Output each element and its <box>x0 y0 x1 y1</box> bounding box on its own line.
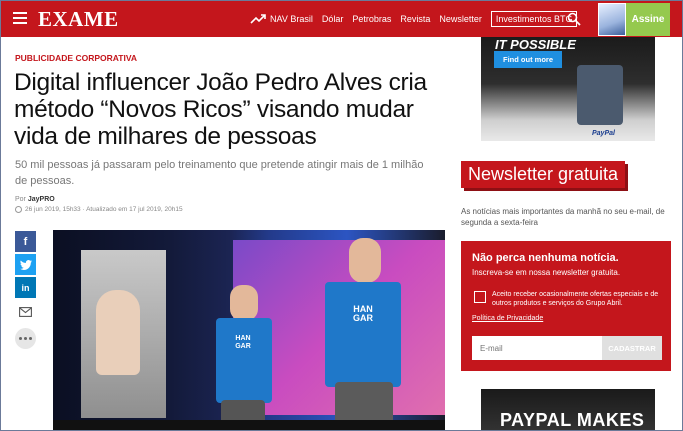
article-subtitle: 50 mil pessoas já passaram pelo treiname… <box>15 159 424 187</box>
presenter-1 <box>216 318 272 403</box>
menu-icon[interactable] <box>13 12 27 24</box>
ad-banner-bottom[interactable]: PAYPAL MAKES <box>481 389 655 430</box>
share-more-button[interactable] <box>15 328 36 349</box>
ad-headline: IT POSSIBLE <box>495 37 576 52</box>
newsletter-description: As notícias mais importantes da manhã no… <box>461 207 665 227</box>
linkedin-icon: in <box>21 282 30 293</box>
ad-banner-top[interactable]: IT POSSIBLE Find out more PayPal <box>481 37 655 141</box>
presenter-2-head <box>349 238 381 283</box>
presenter-1-head <box>230 285 258 321</box>
dateline: 26 jun 2019, 15h33 · Atualizado em 17 ju… <box>15 206 183 213</box>
privacy-policy-link[interactable]: Política de Privacidade <box>472 315 543 322</box>
article-photo: HAN GAR HAN GAR <box>53 230 445 430</box>
clock-icon <box>15 206 22 213</box>
article-headline: Digital influencer João Pedro Alves cria… <box>14 69 427 150</box>
more-icon <box>19 337 32 340</box>
site-header: EXAME NAV Brasil Dólar Petrobras Revista… <box>1 1 682 37</box>
newsletter-box-heading: Não perca nenhuma notícia. <box>472 252 619 264</box>
paypal-logo: PayPal <box>592 130 615 137</box>
nav-revista[interactable]: Revista <box>400 14 430 24</box>
presenter-2 <box>325 282 401 387</box>
nav-dolar[interactable]: Dólar <box>322 14 344 24</box>
newsletter-box-subheading: Inscreva-se em nossa newsletter gratuita… <box>472 268 621 277</box>
ad-image <box>577 65 623 125</box>
nav-newsletter[interactable]: Newsletter <box>439 14 482 24</box>
email-field[interactable] <box>472 336 602 360</box>
publish-date: 26 jun 2019, 15h33 · Atualizado em 17 ju… <box>25 206 183 213</box>
consent-checkbox[interactable] <box>474 291 486 303</box>
presenter-1-shirt-text: HAN GAR <box>235 335 251 350</box>
site-logo[interactable]: EXAME <box>38 7 119 32</box>
nav-investimentos-btg[interactable]: Investimentos BTG <box>490 11 578 27</box>
nav-petrobras[interactable]: Petrobras <box>352 14 391 24</box>
presenter-2-shirt-text: HAN GAR <box>353 304 373 323</box>
author-link[interactable]: JayPRO <box>28 196 55 203</box>
search-icon[interactable] <box>567 12 581 26</box>
nav-nav-brasil[interactable]: NAV Brasil <box>270 14 313 24</box>
screen-face <box>96 290 140 375</box>
stage-floor <box>53 420 445 430</box>
subscribe-button[interactable]: Assine <box>626 3 670 36</box>
newsletter-signup-box: Não perca nenhuma notícia. Inscreva-se e… <box>461 241 671 371</box>
mail-icon <box>19 306 32 317</box>
facebook-icon: f <box>23 235 28 248</box>
ad-find-out-more-button[interactable]: Find out more <box>494 51 562 68</box>
trending-icon <box>250 14 266 24</box>
newsletter-title: Newsletter gratuita <box>461 161 626 188</box>
browser-frame: EXAME NAV Brasil Dólar Petrobras Revista… <box>0 0 683 431</box>
byline-prefix: Por <box>15 196 26 203</box>
twitter-icon <box>19 259 32 270</box>
byline: Por JayPRO <box>15 196 55 203</box>
consent-label: Aceito receber ocasionalmente ofertas es… <box>492 291 659 307</box>
share-facebook-button[interactable]: f <box>15 231 36 252</box>
share-linkedin-button[interactable]: in <box>15 277 36 298</box>
ad-bottom-headline: PAYPAL MAKES <box>500 410 645 430</box>
share-email-button[interactable] <box>15 301 36 322</box>
share-twitter-button[interactable] <box>15 254 36 275</box>
top-nav: NAV Brasil Dólar Petrobras Revista Newsl… <box>250 1 578 37</box>
article-kicker: PUBLICIDADE CORPORATIVA <box>15 53 137 63</box>
subscribe-newsletter-button[interactable]: CADASTRAR <box>602 336 662 360</box>
magazine-cover-thumbnail[interactable] <box>598 3 626 36</box>
